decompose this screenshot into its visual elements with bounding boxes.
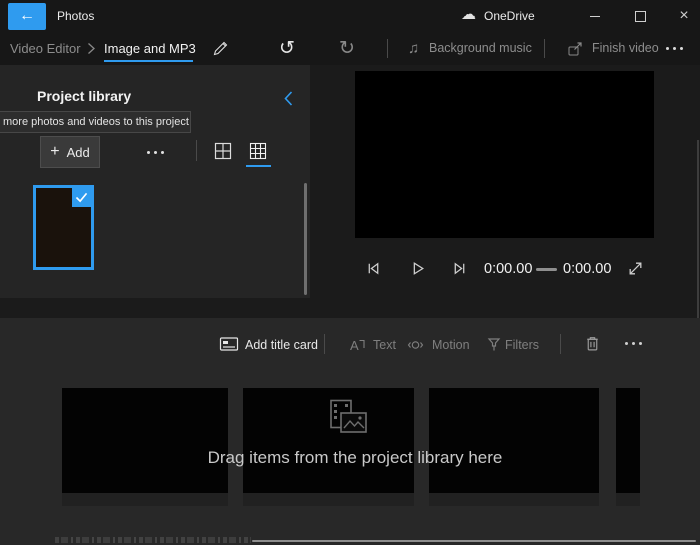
background-music-icon: ♫ [408, 32, 419, 65]
grid-large-view-icon[interactable] [213, 141, 233, 161]
drag-hint-text: Drag items from the project library here [5, 448, 700, 468]
total-duration: 0:00.00 [563, 261, 611, 277]
redo-icon[interactable]: ↻ [339, 32, 355, 65]
breadcrumb-chevron-icon [86, 42, 96, 60]
motion-tool-icon [406, 337, 425, 353]
finish-video-icon [567, 41, 585, 62]
add-button[interactable]: + Add [40, 136, 100, 168]
project-title-underline [104, 60, 193, 62]
collapse-panel-icon[interactable] [282, 90, 294, 112]
add-title-card-button[interactable]: Add title card [245, 337, 318, 353]
play-icon[interactable] [408, 259, 427, 278]
fullscreen-icon[interactable] [627, 260, 644, 277]
minimize-icon [590, 16, 600, 17]
storyboard-card[interactable] [616, 388, 640, 506]
svg-text:A: A [350, 338, 359, 353]
main-area: Project library more photos and videos t… [0, 65, 700, 318]
minimize-button[interactable] [576, 0, 614, 32]
grid-small-view-icon[interactable] [248, 141, 268, 161]
timeline-more-icon[interactable] [625, 342, 642, 345]
library-item-thumbnail[interactable] [33, 185, 94, 270]
close-icon: × [679, 8, 688, 24]
editor-navbar: Video Editor Image and MP3 ↺ ↻ ♫ Backgro… [0, 32, 700, 65]
selected-check-badge[interactable] [72, 188, 91, 207]
grid-view-underline [246, 165, 271, 167]
filters-tool-button[interactable]: Filters [505, 337, 539, 353]
photos-app-window: ← Photos ☁ OneDrive × Video Editor Image… [0, 0, 700, 545]
rename-pencil-icon[interactable] [212, 40, 229, 62]
plus-icon: + [50, 144, 59, 160]
drag-media-icon [322, 398, 369, 440]
breadcrumb-video-editor[interactable]: Video Editor [10, 32, 81, 65]
video-preview[interactable] [355, 71, 654, 238]
next-frame-icon[interactable] [450, 259, 469, 278]
clipped-bottom-text [55, 537, 251, 543]
maximize-button[interactable] [621, 0, 659, 32]
check-icon [75, 192, 88, 203]
storyboard-section: Add title card A Text Motion Filters [0, 318, 700, 545]
nav-divider [387, 39, 388, 58]
library-more-icon[interactable] [147, 151, 164, 154]
maximize-icon [635, 11, 646, 22]
background-music-button[interactable]: Background music [429, 32, 532, 65]
project-library-panel: Project library more photos and videos t… [0, 65, 310, 298]
storyboard-card[interactable] [429, 388, 599, 506]
app-title: Photos [57, 0, 94, 32]
timeline-divider [560, 334, 561, 354]
storyboard-card[interactable] [62, 388, 228, 506]
nav-divider [544, 39, 545, 58]
motion-tool-button[interactable]: Motion [432, 337, 470, 353]
back-arrow-icon: ← [19, 7, 35, 24]
elapsed-time: 0:00.00 [484, 261, 532, 277]
finish-video-button[interactable]: Finish video [592, 32, 659, 65]
text-tool-button[interactable]: Text [373, 337, 396, 353]
bottom-scroll-line[interactable] [252, 540, 696, 542]
undo-icon[interactable]: ↺ [279, 32, 295, 65]
more-options-icon[interactable] [666, 47, 683, 50]
previous-frame-icon[interactable] [364, 259, 383, 278]
delete-trash-icon[interactable] [585, 335, 600, 352]
back-button[interactable]: ← [8, 3, 46, 30]
add-tooltip: more photos and videos to this project [0, 111, 191, 133]
timeline-divider [324, 334, 325, 354]
library-scrollbar[interactable] [304, 183, 307, 295]
close-button[interactable]: × [665, 0, 700, 32]
seek-bar[interactable] [536, 268, 557, 271]
onedrive-cloud-icon: ☁ [461, 0, 476, 32]
filters-tool-icon [487, 336, 501, 353]
project-library-title: Project library [37, 88, 131, 104]
titlebar: ← Photos ☁ OneDrive × [0, 0, 700, 32]
add-title-card-icon [219, 336, 239, 352]
onedrive-status[interactable]: OneDrive [484, 0, 535, 32]
text-tool-icon: A [349, 337, 366, 353]
library-divider [196, 140, 197, 161]
